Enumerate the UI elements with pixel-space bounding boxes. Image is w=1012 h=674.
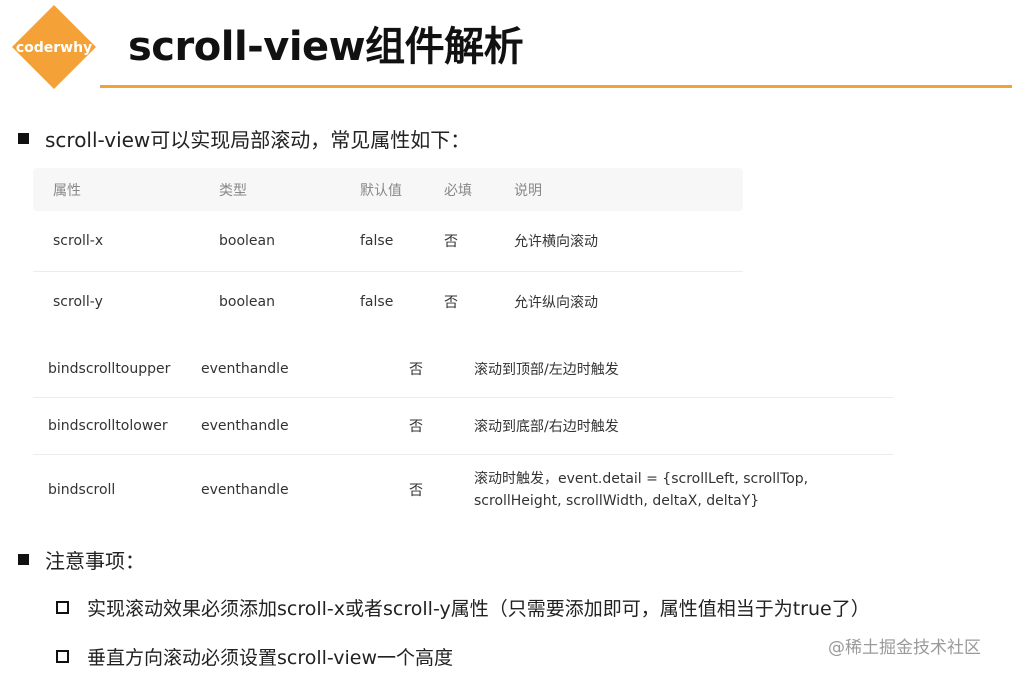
- notes-title: 注意事项：: [45, 549, 145, 573]
- header-name: 属性: [53, 182, 81, 199]
- header-desc: 说明: [514, 182, 542, 199]
- cell-name: bindscroll: [48, 482, 116, 498]
- cell-required: 否: [409, 419, 423, 435]
- cell-desc: 允许横向滚动: [514, 234, 598, 250]
- table-row: bindscroll eventhandle 否 滚动时触发，event.det…: [33, 455, 893, 525]
- header-default: 默认值: [360, 182, 402, 199]
- cell-default: false: [360, 294, 394, 310]
- cell-required: 否: [444, 295, 458, 311]
- header-required: 必填: [444, 182, 472, 199]
- coderwhy-logo: coderwhy: [10, 3, 98, 91]
- cell-required: 否: [444, 234, 458, 250]
- attributes-table: 属性 类型 默认值 必填 说明 scroll-x boolean false 否…: [33, 168, 743, 332]
- events-table: bindscrolltoupper eventhandle 否 滚动到顶部/左边…: [33, 341, 893, 525]
- note-item: 实现滚动效果必须添加scroll-x或者scroll-y属性（只需要添加即可，属…: [56, 594, 870, 621]
- table-header: 属性 类型 默认值 必填 说明: [33, 168, 743, 211]
- page-title: scroll-view组件解析: [128, 24, 524, 70]
- table-row: scroll-y boolean false 否 允许纵向滚动: [33, 272, 743, 332]
- logo-text: coderwhy: [16, 40, 92, 56]
- cell-required: 否: [409, 362, 423, 378]
- intro-text: scroll-view可以实现局部滚动，常见属性如下：: [45, 128, 471, 152]
- notes-bullet: 注意事项：: [18, 545, 145, 574]
- note-text: 垂直方向滚动必须设置scroll-view一个高度: [87, 647, 454, 669]
- header-type: 类型: [219, 182, 247, 199]
- note-item: 垂直方向滚动必须设置scroll-view一个高度: [56, 643, 453, 670]
- cell-name: scroll-x: [53, 233, 104, 249]
- cell-type: boolean: [219, 233, 275, 249]
- cell-name: bindscrolltoupper: [48, 361, 171, 377]
- cell-type: boolean: [219, 294, 275, 310]
- watermark: @稀土掘金技术社区: [828, 638, 981, 658]
- cell-type: eventhandle: [201, 361, 289, 377]
- cell-desc: 允许纵向滚动: [514, 295, 598, 311]
- table-row: bindscrolltolower eventhandle 否 滚动到底部/右边…: [33, 398, 893, 455]
- cell-type: eventhandle: [201, 482, 289, 498]
- intro-bullet: scroll-view可以实现局部滚动，常见属性如下：: [18, 124, 470, 153]
- title-underline: [100, 85, 1012, 88]
- cell-desc: 滚动时触发，event.detail = {scrollLeft, scroll…: [474, 471, 809, 509]
- table-row: bindscrolltoupper eventhandle 否 滚动到顶部/左边…: [33, 341, 893, 398]
- cell-name: scroll-y: [53, 294, 103, 310]
- cell-type: eventhandle: [201, 418, 289, 434]
- filled-square-icon: [18, 133, 29, 144]
- hollow-square-icon: [56, 601, 69, 614]
- cell-default: false: [360, 233, 394, 249]
- table-row: scroll-x boolean false 否 允许横向滚动: [33, 211, 743, 272]
- filled-square-icon: [18, 554, 29, 565]
- cell-name: bindscrolltolower: [48, 418, 168, 434]
- cell-required: 否: [409, 483, 423, 499]
- note-text: 实现滚动效果必须添加scroll-x或者scroll-y属性（只需要添加即可，属…: [87, 598, 870, 620]
- cell-desc: 滚动到底部/右边时触发: [474, 419, 619, 435]
- cell-desc: 滚动到顶部/左边时触发: [474, 362, 619, 378]
- hollow-square-icon: [56, 650, 69, 663]
